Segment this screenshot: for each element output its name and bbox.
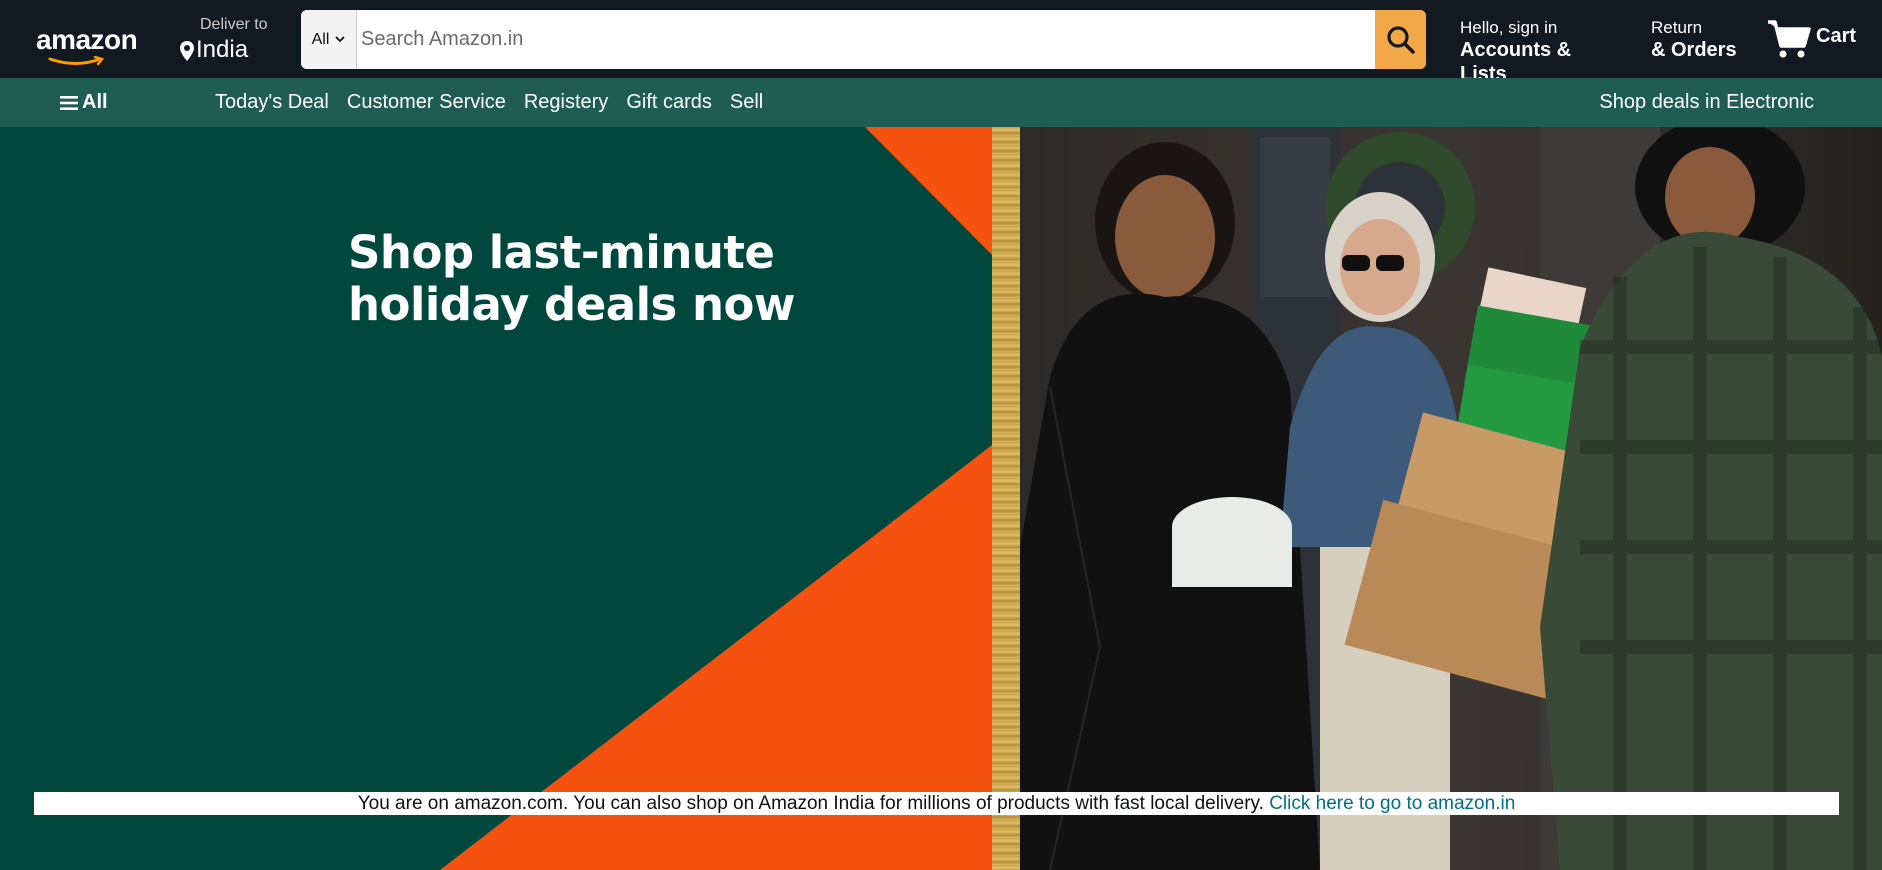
search-category-label: All (311, 30, 330, 48)
all-menu-button[interactable]: All (60, 91, 108, 114)
search-bar: All (301, 10, 1426, 69)
gold-glitter-strip (992, 127, 1020, 870)
logo-text: amazon (36, 24, 138, 55)
orders-line1: Return (1651, 18, 1703, 37)
top-navbar: amazon Deliver to India All Hello (0, 0, 1882, 85)
subnav-link-sell[interactable]: Sell (730, 91, 763, 114)
deliver-location: India (196, 36, 249, 63)
hero-photo (1020, 127, 1882, 870)
amazon-logo[interactable]: amazon (30, 22, 140, 66)
subnav-link-customer-service[interactable]: Customer Service (347, 91, 506, 114)
hero-graphic: Shop last-minute holiday deals now (0, 127, 992, 870)
amazon-smile-icon (48, 56, 105, 66)
hamburger-icon (60, 95, 78, 110)
returns-orders[interactable]: Return & Orders (1651, 18, 1741, 64)
hero-title: Shop last-minute holiday deals now (348, 226, 796, 331)
cart-icon (1768, 20, 1811, 58)
account-greeting: Hello, sign in (1460, 18, 1558, 37)
account-lists[interactable]: Hello, sign in Accounts & Lists (1460, 18, 1620, 85)
subnav-link-registery[interactable]: Registery (524, 91, 608, 114)
orders-line2: & Orders (1651, 39, 1737, 61)
subnav-link-todays-deal[interactable]: Today's Deal (215, 91, 329, 114)
cart-button[interactable]: Cart (1766, 14, 1858, 64)
holiday-people-photo (1020, 127, 1882, 870)
subnav-link-gift-cards[interactable]: Gift cards (626, 91, 712, 114)
search-category-dropdown[interactable]: All (301, 10, 357, 69)
go-to-amazon-in-link[interactable]: Click here to go to amazon.in (1269, 793, 1515, 814)
chevron-down-icon (335, 36, 346, 43)
subnav-promo-link[interactable]: Shop deals in Electronic (1599, 91, 1814, 114)
location-pin-icon (180, 41, 194, 61)
subnav-links: Today's Deal Customer Service Registery … (215, 91, 763, 114)
search-icon (1386, 25, 1415, 54)
all-menu-label: All (82, 91, 108, 113)
locale-notice-text: You are on amazon.com. You can also shop… (357, 793, 1264, 814)
hero-banner[interactable]: Shop last-minute holiday deals now (0, 127, 1882, 870)
deliver-label: Deliver to (200, 16, 268, 33)
search-button[interactable] (1375, 10, 1426, 69)
locale-notice-bar: You are on amazon.com. You can also shop… (34, 792, 1839, 815)
cart-label: Cart (1816, 24, 1857, 47)
sub-navbar: All Today's Deal Customer Service Regist… (0, 78, 1882, 127)
search-input[interactable] (357, 10, 1375, 69)
deliver-to[interactable]: Deliver to India (178, 14, 288, 66)
